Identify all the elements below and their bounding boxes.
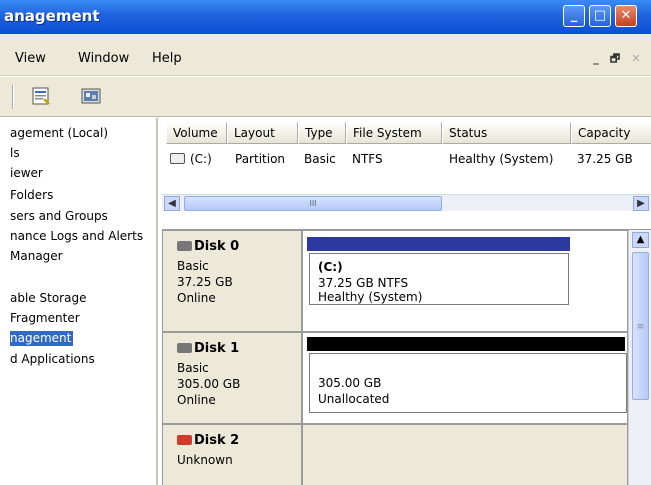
cell-volume[interactable]: (C:) — [190, 152, 212, 166]
column-layout[interactable]: Layout — [227, 122, 298, 144]
properties-icon[interactable] — [30, 85, 52, 107]
partition-bar-unallocated — [307, 337, 625, 351]
cell-status: Healthy (System) — [449, 152, 554, 166]
tree-item-event-viewer[interactable]: iewer — [10, 166, 43, 180]
close-button[interactable]: ✕ — [615, 5, 637, 27]
tree-item-users-groups[interactable]: sers and Groups — [10, 209, 108, 223]
disk-0-type: Basic — [177, 259, 209, 273]
disk-1-state: Online — [177, 393, 216, 407]
unallocated-space[interactable]: 305.00 GB Unallocated — [309, 353, 627, 413]
tree-item-removable-storage[interactable]: able Storage — [10, 291, 86, 305]
volume-list-header: Volume Layout Type File System Status Ca… — [162, 122, 651, 144]
scroll-up-button[interactable]: ▲ — [632, 232, 649, 248]
disk-map[interactable]: Disk 0 Basic 37.25 GB Online (C:) 37.25 … — [162, 230, 651, 485]
scroll-right-button[interactable]: ▶ — [633, 196, 649, 211]
disk-1-info[interactable]: Disk 1 Basic 305.00 GB Online — [162, 332, 302, 424]
partition-bar-primary — [307, 237, 570, 251]
disk-0-state: Online — [177, 291, 216, 305]
partition-c-label: (C:) — [318, 260, 343, 274]
partition-c-status: Healthy (System) — [318, 290, 423, 304]
disk-0-info[interactable]: Disk 0 Basic 37.25 GB Online — [162, 230, 302, 332]
help-icon[interactable] — [80, 85, 102, 107]
disk-1-name: Disk 1 — [194, 341, 240, 356]
cell-layout: Partition — [235, 152, 286, 166]
tree-item-disk-management[interactable]: nagement — [10, 331, 74, 346]
tree-item-system-tools[interactable]: ls — [10, 146, 20, 160]
scroll-left-button[interactable]: ◀ — [164, 196, 180, 211]
child-minimize-button[interactable]: _ — [587, 52, 605, 68]
unallocated-status: Unallocated — [318, 392, 390, 406]
disk-icon — [177, 343, 192, 353]
disk-icon — [177, 241, 192, 251]
tree-item-defragmenter[interactable]: Fragmenter — [10, 311, 80, 325]
tree-item-device-manager[interactable]: Manager — [10, 249, 63, 263]
cell-capacity: 37.25 GB — [577, 152, 633, 166]
partition-c-detail: 37.25 GB NTFS — [318, 276, 409, 290]
partition-c[interactable]: (C:) 37.25 GB NTFS Healthy (System) — [309, 253, 569, 305]
menu-window[interactable]: Window — [78, 51, 129, 66]
disk-0-title: Disk 0 — [177, 239, 239, 254]
title-bar[interactable]: anagement _ □ ✕ — [0, 0, 651, 34]
child-close-button[interactable]: ✕ — [627, 52, 645, 68]
disk-0-name: Disk 0 — [194, 239, 240, 254]
console-tree[interactable]: agement (Local) ls iewer Folders sers an… — [0, 118, 158, 485]
disk-0-partitions[interactable]: (C:) 37.25 GB NTFS Healthy (System) — [302, 230, 628, 332]
cell-type: Basic — [304, 152, 336, 166]
menu-bar: View Window Help _ 🗗 ✕ — [0, 34, 651, 76]
minimize-button[interactable]: _ — [563, 5, 585, 27]
tree-item-services-apps[interactable]: d Applications — [10, 352, 95, 366]
tree-item-computer-management[interactable]: agement (Local) — [10, 126, 108, 140]
disk-2-info[interactable]: Disk 2 Unknown — [162, 424, 302, 485]
disk-0-size: 37.25 GB — [177, 275, 233, 289]
drive-icon — [170, 153, 185, 164]
horizontal-scrollbar[interactable]: ◀ III ▶ — [162, 194, 651, 211]
disk-1-partitions[interactable]: 305.00 GB Unallocated — [302, 332, 628, 424]
toolbar — [0, 77, 651, 117]
tree-item-perf-logs[interactable]: nance Logs and Alerts — [10, 229, 143, 243]
vertical-scrollbar[interactable]: ▲ ≡ — [628, 230, 651, 485]
disk-2-type: Unknown — [177, 453, 233, 467]
unallocated-size: 305.00 GB — [318, 376, 382, 390]
scroll-thumb[interactable]: III — [184, 196, 442, 211]
disk-1-type: Basic — [177, 361, 209, 375]
column-volume[interactable]: Volume — [166, 122, 227, 144]
column-file-system[interactable]: File System — [346, 122, 442, 144]
child-restore-button[interactable]: 🗗 — [606, 52, 624, 68]
disk-error-icon — [177, 435, 192, 445]
column-status[interactable]: Status — [442, 122, 571, 144]
disk-1-title: Disk 1 — [177, 341, 239, 356]
toolbar-separator — [12, 85, 14, 109]
cell-file-system: NTFS — [352, 152, 383, 166]
menu-view[interactable]: View — [15, 51, 46, 66]
disk-2-title: Disk 2 — [177, 433, 239, 448]
menu-help[interactable]: Help — [152, 51, 182, 66]
scroll-thumb-vertical[interactable]: ≡ — [632, 252, 649, 400]
tree-item-shared-folders[interactable]: Folders — [10, 188, 53, 202]
column-type[interactable]: Type — [298, 122, 346, 144]
column-capacity[interactable]: Capacity — [571, 122, 651, 144]
maximize-button[interactable]: □ — [589, 5, 611, 27]
volume-list[interactable]: Volume Layout Type File System Status Ca… — [162, 118, 651, 230]
window-title: anagement — [4, 7, 100, 25]
disk-2-name: Disk 2 — [194, 433, 240, 448]
disk-1-size: 305.00 GB — [177, 377, 241, 391]
disk-2-partitions[interactable] — [302, 424, 628, 485]
